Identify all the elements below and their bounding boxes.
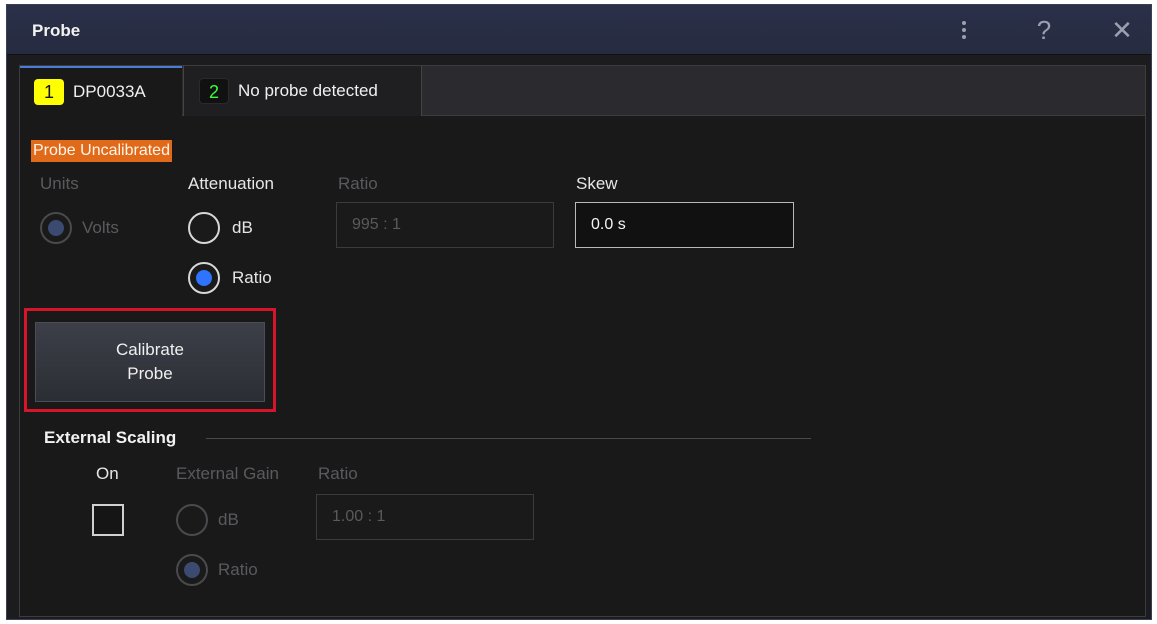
external-ratio-label: Ratio xyxy=(318,464,358,483)
dialog-title: Probe xyxy=(32,21,81,40)
tab-label-2: No probe detected xyxy=(238,81,378,100)
attenuation-db-label: dB xyxy=(232,218,253,237)
attenuation-db-radio[interactable] xyxy=(188,212,220,244)
attenuation-ratio-label: Ratio xyxy=(232,268,272,287)
probe-dialog: Probe ? ✕ 1 DP0033A 2 No probe detected … xyxy=(6,4,1152,620)
section-divider xyxy=(206,438,811,439)
units-volts-label: Volts xyxy=(82,218,119,237)
probe-tabs: 1 DP0033A 2 No probe detected xyxy=(20,66,1145,116)
external-gain-ratio-radio xyxy=(176,554,208,586)
tab-probe-2[interactable]: 2 No probe detected xyxy=(183,66,422,116)
external-on-label: On xyxy=(96,464,119,483)
external-gain-db-radio xyxy=(176,504,208,536)
close-icon[interactable]: ✕ xyxy=(1107,15,1137,45)
tab-probe-1[interactable]: 1 DP0033A xyxy=(20,66,182,116)
ratio-input: 995 : 1 xyxy=(336,202,554,248)
kebab-menu-icon[interactable] xyxy=(949,15,979,45)
calibrate-probe-button[interactable]: Calibrate Probe xyxy=(35,322,265,402)
attenuation-ratio-radio[interactable] xyxy=(188,262,220,294)
external-scaling-heading: External Scaling xyxy=(44,428,177,447)
skew-label: Skew xyxy=(576,174,618,193)
ratio-label: Ratio xyxy=(338,174,378,193)
calibrate-label-line2: Probe xyxy=(127,364,173,383)
channel-badge-1: 1 xyxy=(34,79,64,105)
external-scaling-checkbox[interactable] xyxy=(92,504,124,536)
skew-input[interactable]: 0.0 s xyxy=(575,202,794,248)
uncalibrated-warning: Probe Uncalibrated xyxy=(31,140,172,162)
dialog-content: 1 DP0033A 2 No probe detected Probe Unca… xyxy=(19,65,1146,617)
title-bar: Probe ? ✕ xyxy=(7,5,1151,55)
attenuation-label: Attenuation xyxy=(188,174,275,193)
channel-badge-2: 2 xyxy=(199,78,229,104)
external-gain-label: External Gain xyxy=(176,464,279,483)
external-gain-db-label: dB xyxy=(218,510,239,529)
external-gain-ratio-label: Ratio xyxy=(218,560,258,579)
external-ratio-input: 1.00 : 1 xyxy=(316,494,534,540)
calibrate-label-line1: Calibrate xyxy=(115,340,185,359)
units-label: Units xyxy=(40,174,79,193)
units-volts-radio xyxy=(40,212,72,244)
help-icon[interactable]: ? xyxy=(1029,15,1059,45)
tab-label-1: DP0033A xyxy=(73,82,146,101)
